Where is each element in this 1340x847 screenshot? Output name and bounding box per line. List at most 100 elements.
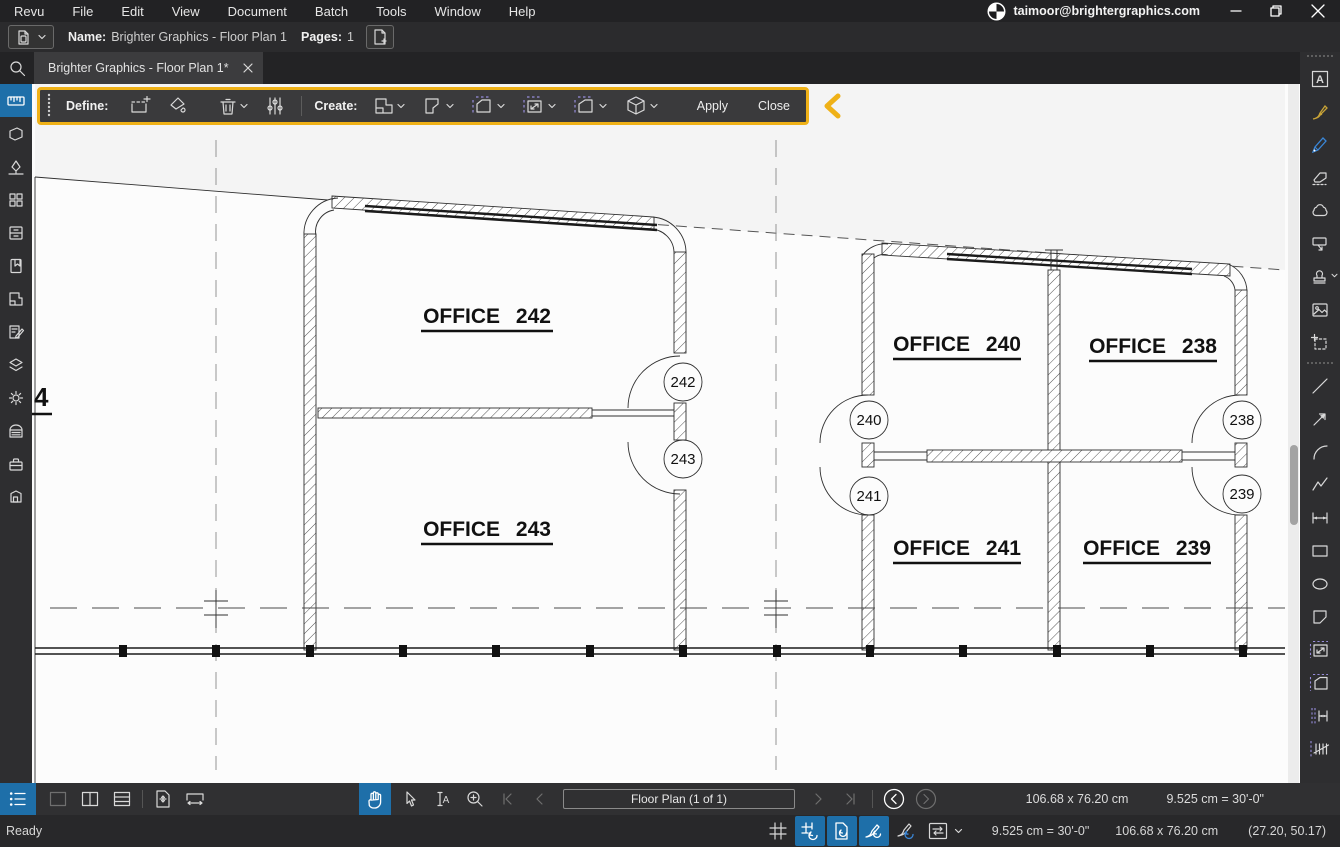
panel-tag-icon[interactable] [0, 117, 32, 150]
line-tool-icon[interactable] [1300, 369, 1340, 402]
insert-page-button[interactable] [366, 25, 394, 49]
previous-view-button[interactable] [878, 783, 910, 815]
space-settings-button[interactable] [261, 92, 289, 120]
highlighter-tool-icon[interactable] [1300, 128, 1340, 161]
select-text-tool-button[interactable]: A [427, 783, 459, 815]
create-space-from-rectangle-measurement-button[interactable] [518, 92, 561, 120]
snap-to-markup-button[interactable] [859, 816, 889, 846]
count-measurement-tool-icon[interactable] [1300, 732, 1340, 765]
panel-layers-icon[interactable] [0, 348, 32, 381]
panel-studio-icon[interactable] [0, 480, 32, 513]
menu-revu[interactable]: Revu [0, 0, 58, 22]
room-labels: OFFICE 242 OFFICE 243 OFFICE 240 OFFICE … [32, 305, 1217, 563]
image-tool-icon[interactable] [1300, 293, 1340, 326]
room-label-241: OFFICE 241 [893, 537, 1021, 560]
pen-tool-icon[interactable] [1300, 95, 1340, 128]
first-page-button[interactable] [491, 783, 523, 815]
account-menu[interactable]: taimoor@brightergraphics.com [1013, 4, 1200, 18]
menu-view[interactable]: View [158, 0, 214, 22]
delete-space-button[interactable] [214, 92, 253, 120]
length-measurement-tool-icon[interactable] [1300, 501, 1340, 534]
snapshot-tool-icon[interactable] [1300, 326, 1340, 359]
stamp-tool-icon[interactable] [1300, 260, 1340, 293]
column-symbol-1 [204, 590, 228, 628]
search-icon[interactable] [0, 52, 34, 84]
panel-thumbnails-icon[interactable] [0, 183, 32, 216]
fit-page-button[interactable] [147, 783, 179, 815]
synchronize-views-button[interactable] [923, 816, 969, 846]
door-tag-240: 240 [856, 412, 881, 429]
cloud-tool-icon[interactable] [1300, 194, 1340, 227]
snap-to-content-button[interactable] [827, 816, 857, 846]
create-space-3d-button[interactable] [620, 92, 663, 120]
format-paint-button[interactable] [162, 92, 192, 120]
select-tool-button[interactable] [395, 783, 427, 815]
toolbar-drag-handle[interactable] [46, 93, 52, 119]
arc-tool-icon[interactable] [1300, 435, 1340, 468]
fit-width-button[interactable] [179, 783, 211, 815]
zoom-tool-button[interactable] [459, 783, 491, 815]
menu-tools[interactable]: Tools [362, 0, 420, 22]
tab-brighter-graphics-floor-plan[interactable]: Brighter Graphics - Floor Plan 1* [34, 52, 263, 84]
panel-bookmarks-icon[interactable] [0, 249, 32, 282]
panel-file-access-icon[interactable] [0, 216, 32, 249]
split-horizontal-button[interactable] [106, 783, 138, 815]
ellipse-tool-icon[interactable] [1300, 567, 1340, 600]
close-toolbar-button[interactable]: Close [752, 99, 796, 113]
menu-help[interactable]: Help [495, 0, 550, 22]
panel-spaces-icon[interactable] [0, 282, 32, 315]
page-indicator-label: Floor Plan (1 of 1) [631, 792, 727, 806]
apply-button[interactable]: Apply [691, 99, 734, 113]
panel-pen-calibrate-icon[interactable] [0, 150, 32, 183]
vertical-scrollbar[interactable] [1288, 84, 1299, 783]
split-vertical-button[interactable] [74, 783, 106, 815]
single-pane-button[interactable] [42, 783, 74, 815]
panel-toolbox-icon[interactable] [0, 447, 32, 480]
pan-tool-button[interactable] [359, 783, 391, 815]
create-space-from-area-button[interactable] [467, 92, 510, 120]
eraser-tool-icon[interactable] [1300, 161, 1340, 194]
next-page-button[interactable] [803, 783, 835, 815]
menu-window[interactable]: Window [421, 0, 495, 22]
create-space-from-polygon-measurement-button[interactable] [569, 92, 612, 120]
rectangle-tool-icon[interactable] [1300, 534, 1340, 567]
last-page-button[interactable] [835, 783, 867, 815]
create-space-rectangle-button[interactable] [369, 92, 410, 120]
callout-tool-icon[interactable] [1300, 227, 1340, 260]
menu-document[interactable]: Document [214, 0, 301, 22]
door-tag-239: 239 [1229, 486, 1254, 503]
polyline-tool-icon[interactable] [1300, 468, 1340, 501]
arrow-tool-icon[interactable] [1300, 402, 1340, 435]
column-symbol-2 [764, 590, 788, 628]
menu-file[interactable]: File [58, 0, 107, 22]
volume-measurement-tool-icon[interactable] [1300, 666, 1340, 699]
markup-list-toggle-button[interactable] [0, 783, 36, 815]
vertical-scrollbar-thumb[interactable] [1290, 445, 1298, 525]
scale-readout: 9.525 cm = 30'-0" [1166, 792, 1264, 806]
page-indicator[interactable]: Floor Plan (1 of 1) [563, 789, 795, 809]
menu-batch[interactable]: Batch [301, 0, 362, 22]
panel-plotter-icon[interactable] [0, 414, 32, 447]
tab-close-icon[interactable] [243, 63, 253, 73]
polygon-tool-icon[interactable] [1300, 600, 1340, 633]
page-dimensions-readout: 106.68 x 76.20 cm [1026, 792, 1129, 806]
perimeter-measurement-tool-icon[interactable] [1300, 699, 1340, 732]
status-scale-readout: 9.525 cm = 30'-0" [992, 824, 1090, 838]
pdf-canvas[interactable]: .wall{fill:url(#hatch);stroke:#2f2f2f;st… [32, 84, 1300, 783]
area-measurement-tool-icon[interactable] [1300, 633, 1340, 666]
panel-markups-list-icon[interactable] [0, 315, 32, 348]
text-box-tool-icon[interactable]: A [1300, 62, 1340, 95]
next-view-button[interactable] [910, 783, 942, 815]
reuse-markup-tools-button[interactable] [891, 816, 921, 846]
create-space-polygon-button[interactable] [418, 92, 459, 120]
add-space-button[interactable] [124, 92, 156, 120]
panel-measurements-ruler-icon[interactable] [0, 84, 32, 117]
file-menu-button[interactable] [8, 25, 54, 49]
status-message: Ready [6, 824, 42, 838]
previous-page-button[interactable] [523, 783, 555, 815]
grid-toggle-button[interactable] [763, 816, 793, 846]
menu-edit[interactable]: Edit [107, 0, 157, 22]
snap-to-grid-button[interactable] [795, 816, 825, 846]
document-name: Brighter Graphics - Floor Plan 1 [111, 30, 287, 44]
panel-properties-gear-icon[interactable] [0, 381, 32, 414]
